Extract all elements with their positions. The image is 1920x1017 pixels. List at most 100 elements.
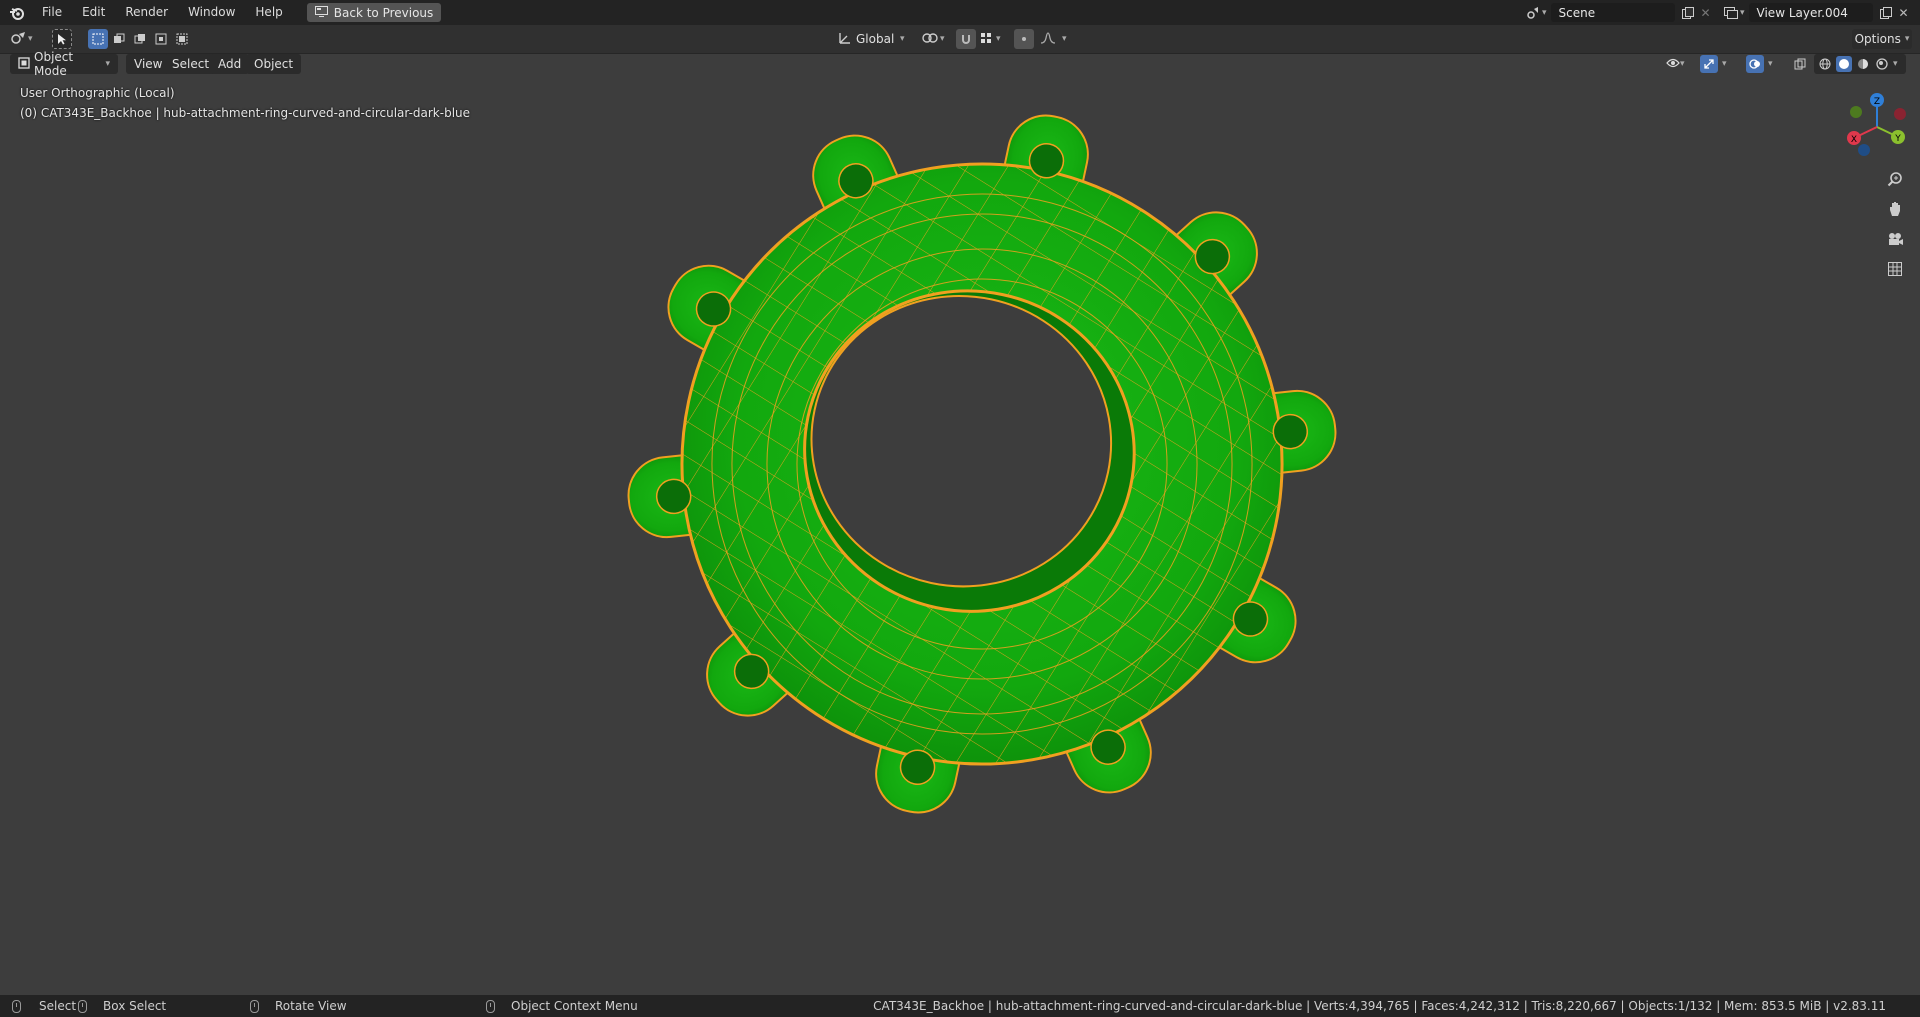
falloff-curve-icon[interactable] bbox=[1040, 31, 1056, 47]
wireframe-shading-icon[interactable] bbox=[1817, 56, 1833, 72]
view-menu-label: View bbox=[134, 57, 163, 71]
object-info-label: (0) CAT343E_Backhoe | hub-attachment-rin… bbox=[20, 106, 471, 120]
gizmo-toggle[interactable]: ▾ bbox=[1698, 54, 1736, 74]
add-menu-label: Add bbox=[218, 57, 242, 71]
mesh-render bbox=[627, 114, 1337, 814]
solid-shading-icon[interactable] bbox=[1836, 56, 1852, 72]
menu-help[interactable]: Help bbox=[245, 0, 292, 25]
add-menu[interactable]: Add bbox=[210, 54, 250, 74]
mouse-left-icon bbox=[12, 999, 21, 1013]
select-extend-icon[interactable] bbox=[109, 29, 129, 49]
3d-viewport[interactable]: User Orthographic (Local) (0) CAT343E_Ba… bbox=[0, 54, 1920, 994]
gizmo-x-label: X bbox=[1851, 135, 1857, 145]
pivot-point-dropdown[interactable]: ▾ bbox=[922, 29, 945, 49]
back-to-previous-button[interactable]: Back to Previous bbox=[306, 3, 442, 22]
overlays-toggle[interactable]: ▾ bbox=[1744, 54, 1782, 74]
gizmo-z-label: Z bbox=[1874, 97, 1880, 107]
chevron-down-icon: ▾ bbox=[1722, 59, 1727, 69]
zoom-icon[interactable] bbox=[1882, 166, 1908, 192]
select-menu-label: Select bbox=[172, 57, 210, 71]
view-name-label: User Orthographic (Local) bbox=[20, 86, 175, 100]
gizmo-y-label: Y bbox=[1894, 134, 1901, 144]
close-scene-icon[interactable]: ✕ bbox=[1697, 4, 1715, 22]
status-box-select-hint: Box Select bbox=[78, 995, 166, 1017]
object-menu[interactable]: Object bbox=[246, 54, 302, 74]
grid-ortho-icon[interactable] bbox=[1882, 256, 1908, 282]
shading-mode-group: ▾ bbox=[1814, 54, 1906, 74]
snap-grid-icon[interactable] bbox=[980, 32, 992, 47]
menu-edit[interactable]: Edit bbox=[72, 0, 115, 25]
object-mode-dropdown[interactable]: Object Mode ▾ bbox=[10, 50, 118, 78]
material-shading-icon[interactable] bbox=[1855, 56, 1871, 72]
editor-type-icon bbox=[10, 30, 28, 49]
menu-render[interactable]: Render bbox=[115, 0, 178, 25]
rendered-shading-icon[interactable] bbox=[1874, 56, 1890, 72]
mouse-right-icon bbox=[486, 999, 495, 1013]
top-menu-bar: File Edit Render Window Help Back to Pre… bbox=[0, 0, 1920, 25]
object-mode-icon bbox=[18, 56, 30, 72]
select-subtract-icon[interactable] bbox=[130, 29, 150, 49]
status-context-hint: Object Context Menu bbox=[486, 995, 638, 1017]
chevron-down-icon: ▾ bbox=[996, 34, 1001, 44]
select-intersect-icon[interactable] bbox=[172, 29, 192, 49]
selection-mode-group bbox=[88, 29, 192, 49]
status-rotate-hint: Rotate View bbox=[250, 995, 347, 1017]
chevron-down-icon: ▾ bbox=[1680, 59, 1685, 69]
viewport-header: Object Mode ▾ View Select Add Object ▾ ▾… bbox=[0, 50, 1920, 78]
object-menu-label: Object bbox=[254, 57, 294, 71]
navigation-gizmo[interactable]: Z Y X bbox=[1842, 92, 1912, 162]
transform-orientation-dropdown[interactable]: Global ▾ bbox=[838, 29, 905, 49]
pan-hand-icon[interactable] bbox=[1882, 196, 1908, 222]
status-rotate-label: Rotate View bbox=[275, 999, 347, 1013]
status-box-select-label: Box Select bbox=[103, 999, 167, 1013]
scene-selector[interactable]: ▾ Scene ✕ bbox=[1524, 3, 1715, 22]
scene-stats-label: CAT343E_Backhoe | hub-attachment-ring-cu… bbox=[873, 999, 1886, 1013]
gizmo-arrows-icon[interactable] bbox=[1700, 55, 1718, 73]
screen-icon bbox=[314, 5, 328, 20]
select-new-icon[interactable] bbox=[88, 29, 108, 49]
cursor-arrow-icon[interactable] bbox=[52, 29, 72, 49]
orientation-icon bbox=[838, 31, 852, 48]
snap-group: ▾ bbox=[956, 29, 1001, 49]
eye-icon bbox=[1666, 57, 1680, 71]
scene-name: Scene bbox=[1558, 5, 1596, 20]
new-view-layer-icon[interactable] bbox=[1877, 4, 1895, 22]
select-tool-button[interactable] bbox=[52, 29, 72, 49]
chevron-down-icon: ▾ bbox=[1062, 34, 1067, 44]
mouse-middle-icon bbox=[250, 999, 259, 1013]
status-bar: Select Box Select Rotate View Object Con… bbox=[0, 995, 1920, 1017]
xray-toggle-icon[interactable] bbox=[1790, 54, 1810, 74]
view-layer-selector[interactable]: ▾ View Layer.004 ✕ bbox=[1722, 3, 1913, 22]
scene-icon[interactable] bbox=[1524, 4, 1542, 22]
chevron-down-icon: ▾ bbox=[1768, 59, 1773, 69]
new-scene-icon[interactable] bbox=[1679, 4, 1697, 22]
editor-type-selector[interactable]: ▾ bbox=[10, 29, 33, 49]
camera-view-icon[interactable] bbox=[1882, 226, 1908, 252]
blender-logo-icon[interactable] bbox=[8, 4, 26, 22]
close-view-layer-icon[interactable]: ✕ bbox=[1895, 4, 1913, 22]
options-dropdown[interactable]: Options ▾ bbox=[1852, 29, 1912, 49]
view-layer-name: View Layer.004 bbox=[1756, 5, 1848, 20]
chevron-down-icon: ▾ bbox=[940, 34, 945, 44]
proportional-edit-icon[interactable] bbox=[1014, 29, 1034, 49]
view-layer-icon[interactable] bbox=[1722, 4, 1740, 22]
chevron-down-icon[interactable]: ▾ bbox=[1893, 59, 1898, 69]
overlays-icon[interactable] bbox=[1746, 55, 1764, 73]
chevron-down-icon: ▾ bbox=[28, 34, 33, 44]
chevron-down-icon: ▾ bbox=[1542, 7, 1547, 18]
menu-window[interactable]: Window bbox=[178, 0, 245, 25]
mouse-drag-icon bbox=[78, 999, 87, 1013]
pivot-icon bbox=[922, 31, 938, 48]
status-select-label: Select bbox=[39, 999, 77, 1013]
visibility-dropdown[interactable]: ▾ bbox=[1662, 54, 1692, 74]
chevron-down-icon: ▾ bbox=[1740, 7, 1745, 18]
status-select-hint: Select bbox=[12, 995, 76, 1017]
menu-file[interactable]: File bbox=[32, 0, 72, 25]
select-invert-icon[interactable] bbox=[151, 29, 171, 49]
tool-header: ▾ Global ▾ ▾ ▾ ▾ Options ▾ bbox=[0, 25, 1920, 54]
object-mode-label: Object Mode bbox=[34, 50, 74, 78]
magnet-snap-icon[interactable] bbox=[956, 29, 976, 49]
view-layer-field[interactable]: View Layer.004 bbox=[1748, 3, 1873, 22]
options-label: Options bbox=[1854, 32, 1901, 46]
scene-name-field[interactable]: Scene bbox=[1550, 3, 1675, 22]
